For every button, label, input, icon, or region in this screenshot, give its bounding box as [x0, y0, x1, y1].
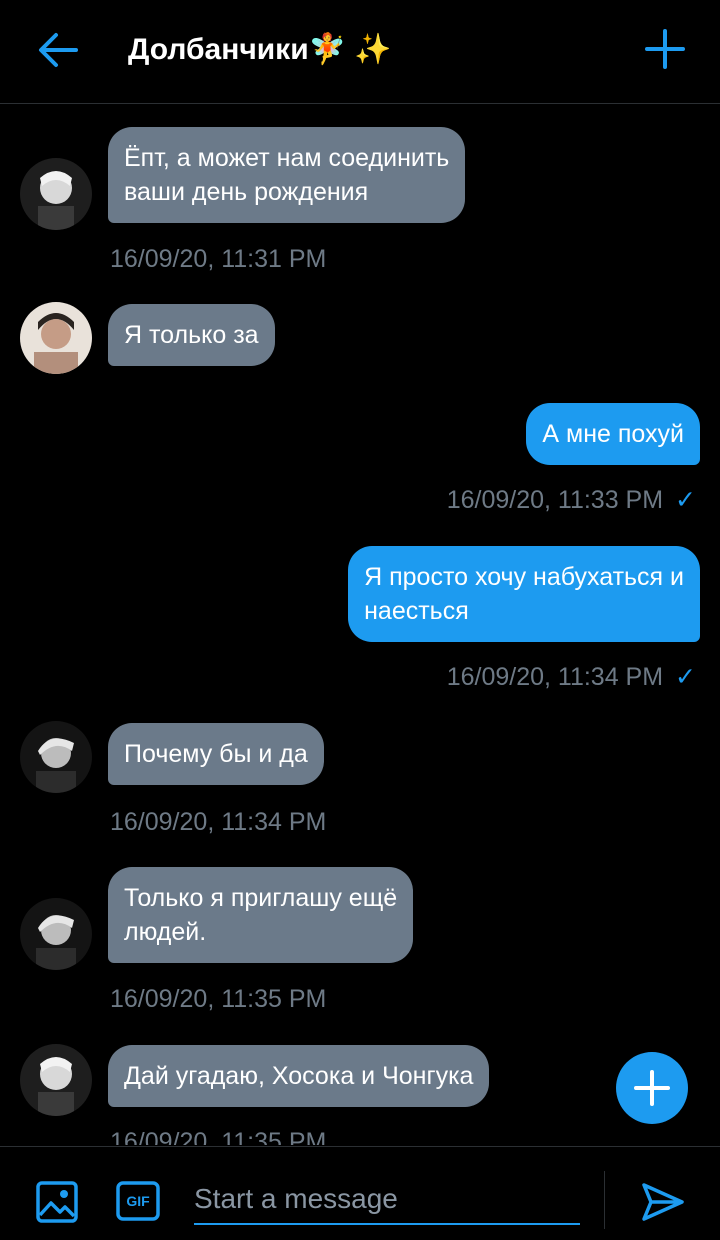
- message-bubble[interactable]: Я только за: [108, 304, 275, 366]
- message-timestamp: 16/09/20, 11:34 PM: [110, 808, 327, 836]
- message-text-line: Почему бы и да: [124, 740, 308, 768]
- chat-title[interactable]: Долбанчики🧚 ✨: [128, 30, 392, 70]
- avatar[interactable]: [20, 898, 92, 970]
- message-timestamp: 16/09/20, 11:34 PM ✓: [447, 662, 696, 692]
- arrow-left-icon[interactable]: [36, 30, 78, 70]
- checkmark-icon: ✓: [675, 486, 696, 514]
- message-input[interactable]: Start a message: [194, 1179, 580, 1225]
- message-bubble[interactable]: Я просто хочу набухаться и наесться: [348, 546, 700, 642]
- send-icon[interactable]: [640, 1181, 686, 1223]
- image-icon[interactable]: [36, 1181, 78, 1223]
- message-text-line: наесться: [364, 597, 469, 625]
- chat-header: Долбанчики🧚 ✨: [0, 0, 720, 104]
- avatar[interactable]: [20, 721, 92, 793]
- message-bubble[interactable]: А мне похуй: [526, 403, 700, 465]
- message-list[interactable]: Ёпт, а может нам соединить ваши день рож…: [0, 105, 720, 1145]
- plus-icon[interactable]: [644, 28, 686, 70]
- message-text-line: Я просто хочу набухаться и: [364, 563, 684, 591]
- message-text-line: ваши день рождения: [124, 178, 369, 206]
- message-timestamp: 16/09/20, 11:35 PM: [110, 985, 327, 1013]
- message-text-line: Ёпт, а может нам соединить: [124, 144, 450, 172]
- message-bubble[interactable]: Ёпт, а может нам соединить ваши день рож…: [108, 127, 466, 223]
- gif-button[interactable]: GIF: [116, 1181, 160, 1221]
- avatar[interactable]: [20, 1044, 92, 1116]
- message-bubble[interactable]: Почему бы и да: [108, 723, 324, 785]
- plus-icon: [634, 1070, 670, 1106]
- message-text-line: людей.: [124, 918, 207, 946]
- message-composer: GIF Start a message: [0, 1146, 720, 1240]
- checkmark-icon: ✓: [675, 663, 696, 691]
- avatar[interactable]: [20, 302, 92, 374]
- message-text-line: Я только за: [124, 321, 259, 349]
- message-text-line: А мне похуй: [542, 420, 684, 448]
- message-time: 16/09/20, 11:34 PM: [446, 663, 664, 691]
- message-text-line: Только я приглашу ещё: [124, 884, 398, 912]
- message-timestamp: 16/09/20, 11:33 PM ✓: [447, 485, 696, 515]
- message-bubble[interactable]: Только я приглашу ещё людей.: [108, 867, 414, 963]
- message-timestamp: 16/09/20, 11:31 PM: [110, 245, 327, 273]
- divider: [604, 1171, 605, 1229]
- message-bubble[interactable]: Дай угадаю, Хосока и Чонгука: [108, 1045, 490, 1107]
- avatar[interactable]: [20, 158, 92, 230]
- message-time: 16/09/20, 11:33 PM: [446, 486, 664, 514]
- gif-label: GIF: [126, 1193, 150, 1209]
- compose-fab-button[interactable]: [616, 1052, 688, 1124]
- message-text-line: Дай угадаю, Хосока и Чонгука: [124, 1062, 474, 1090]
- message-timestamp: 16/09/20, 11:35 PM: [110, 1128, 327, 1145]
